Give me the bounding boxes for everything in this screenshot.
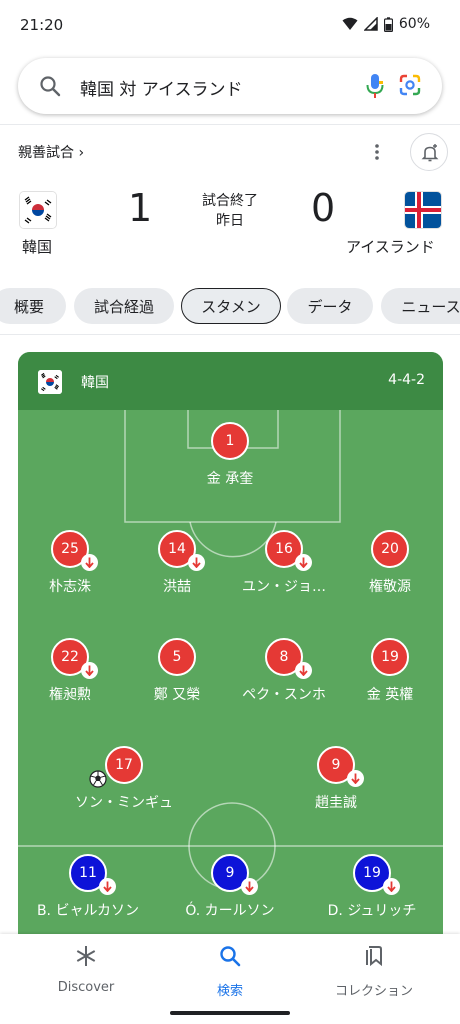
player-name: ソン・ミンギュ [75, 795, 173, 811]
search-bar[interactable]: 韓国 対 アイスランド [18, 58, 442, 114]
status-time: 21:20 [20, 16, 64, 34]
signal-icon [363, 17, 378, 31]
iceland-flag[interactable] [405, 192, 441, 228]
player-name: 金 承奎 [206, 471, 254, 487]
substitution-icon [295, 554, 312, 571]
match-date: 昨日 [216, 213, 244, 229]
search-icon[interactable] [38, 74, 62, 98]
player-name: 趙圭誠 [315, 795, 357, 811]
substitution-icon [81, 554, 98, 571]
player-number: 5 [158, 638, 196, 676]
divider [0, 334, 460, 335]
microphone-icon[interactable] [365, 72, 385, 100]
wifi-icon [342, 17, 358, 30]
tab-lineups[interactable]: スタメン [181, 288, 281, 324]
status-bar: 21:20 60% [0, 0, 460, 52]
away-team-name[interactable]: アイスランド [346, 236, 435, 257]
substitution-icon [383, 878, 400, 895]
player-name: B. ビャルカソン [36, 903, 140, 919]
asterisk-icon [76, 946, 96, 966]
pitch: 1金 承奎 25 朴志洙 14 洪喆 16 ユン・ジョ… 20 権敬源 22 権昶勲 5 鄭 又榮 8 ペク… [18, 410, 443, 952]
nav-collections-label: コレクション [334, 984, 413, 999]
player-number: 1 [211, 422, 249, 460]
lineup-header: 韓国 4-4-2 [18, 352, 443, 410]
search-query[interactable]: 韓国 対 アイスランド [80, 75, 242, 100]
lineup-card: 韓国 4-4-2 1金 承奎 25 朴志洙 14 洪喆 16 ユン・ジョ… 20 権敬源 22 権昶… [18, 352, 443, 952]
divider [0, 124, 460, 125]
nav-discover[interactable]: Discover [16, 944, 156, 995]
substitution-icon [81, 662, 98, 679]
player-number: 20 [371, 530, 409, 568]
player-number: 19 [371, 638, 409, 676]
south-korea-flag-small [38, 370, 62, 394]
collections-icon [366, 946, 382, 967]
substitution-icon [99, 878, 116, 895]
lineup-team-name: 韓国 [81, 375, 109, 391]
bell-add-icon [421, 144, 439, 162]
tab-overview[interactable]: 概要 [0, 288, 66, 324]
goal-ball-icon [89, 770, 107, 788]
battery-icon [383, 16, 393, 32]
player-name: Ó. カールソン [185, 903, 275, 919]
player-name: D. ジュリッチ [327, 903, 417, 919]
status-icons: 60% [342, 16, 430, 32]
player-number: 17 [105, 746, 143, 784]
nav-search[interactable]: 検索 [160, 944, 300, 999]
tab-news[interactable]: ニュース [381, 288, 460, 324]
home-team-name[interactable]: 韓国 [22, 236, 52, 257]
south-korea-flag[interactable] [20, 192, 56, 228]
player-name: 権敬源 [369, 579, 411, 595]
nav-collections[interactable]: コレクション [304, 944, 444, 999]
search-icon [220, 946, 241, 967]
tab-timeline[interactable]: 試合経過 [74, 288, 174, 324]
home-score: 1 [128, 186, 153, 230]
match-type-link[interactable]: 親善試合 › [18, 142, 84, 162]
battery-percent: 60% [398, 16, 430, 32]
more-options-icon[interactable] [365, 140, 389, 164]
substitution-icon [347, 770, 364, 787]
lineup-formation: 4-4-2 [388, 372, 425, 388]
substitution-icon [295, 662, 312, 679]
google-lens-icon[interactable] [398, 73, 422, 97]
nav-discover-label: Discover [57, 980, 115, 995]
match-status: 試合終了 [202, 193, 258, 209]
gesture-bar [170, 1011, 290, 1015]
substitution-icon [241, 878, 258, 895]
player-name: 金 英權 [366, 687, 414, 703]
nav-search-label: 検索 [216, 984, 243, 999]
notification-button[interactable] [410, 133, 448, 171]
away-score: 0 [311, 186, 336, 230]
substitution-icon [188, 554, 205, 571]
tab-stats[interactable]: データ [287, 288, 373, 324]
match-tabs: 概要 試合経過 スタメン データ ニュース [0, 288, 460, 326]
